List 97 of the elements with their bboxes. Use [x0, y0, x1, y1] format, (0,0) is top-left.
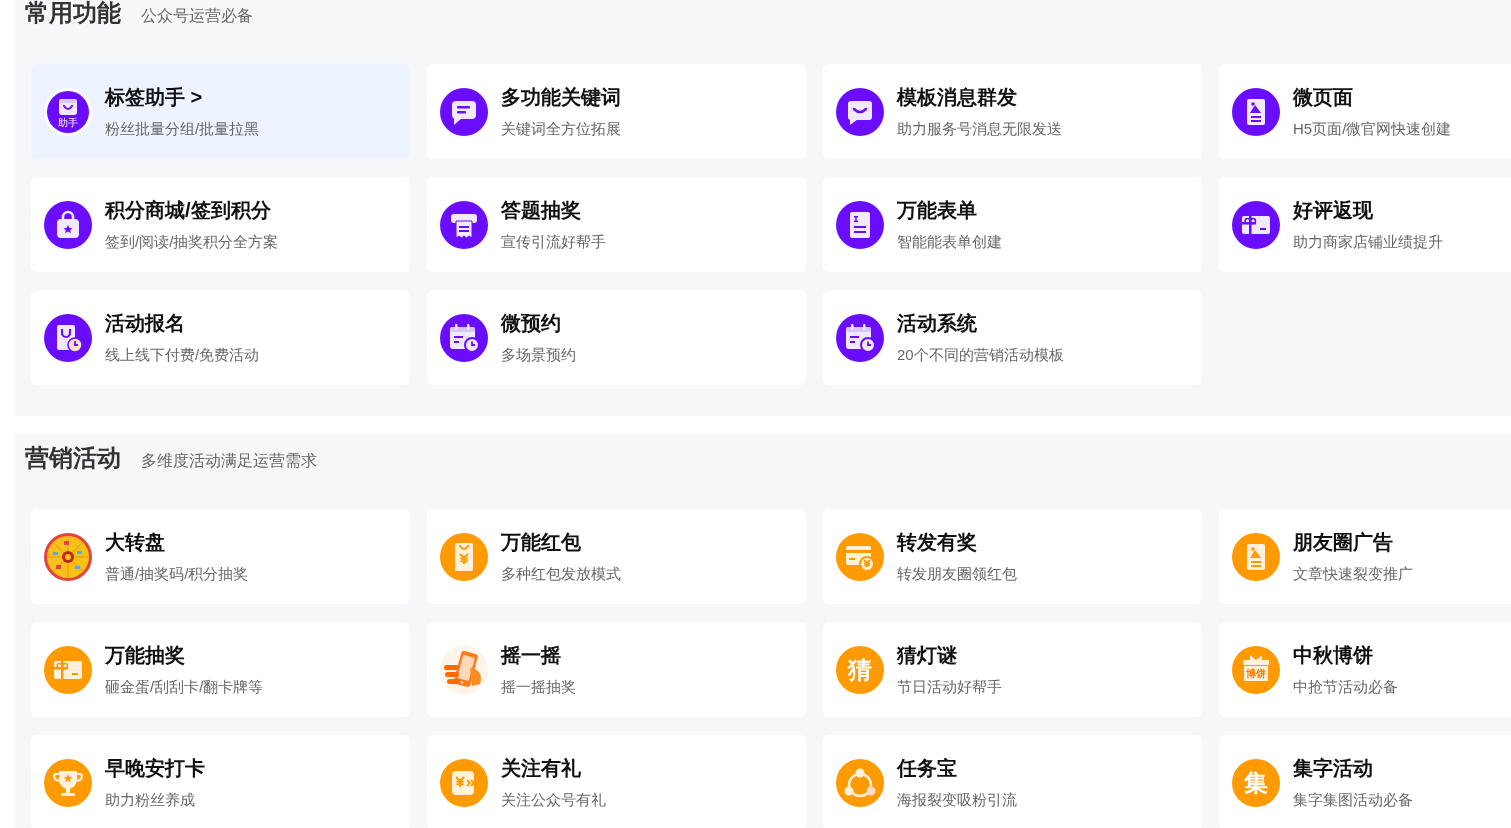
card-title: 万能表单	[897, 197, 978, 223]
card-title: 活动系统	[897, 310, 978, 336]
card-subtitle: 智能能表单创建	[897, 231, 1002, 252]
feature-card[interactable]: 微页面 H5页面/微官网快速创建	[1219, 64, 1511, 159]
card-title: 集字活动	[1293, 755, 1374, 781]
card-subtitle: 转发朋友圈领红包	[897, 563, 1017, 584]
feature-card[interactable]: 猜 猜灯谜 节日活动好帮手	[823, 622, 1202, 717]
card-subtitle: 多场景预约	[501, 344, 576, 365]
card-subtitle: 节日活动好帮手	[897, 676, 1002, 697]
share-icon	[836, 758, 884, 807]
gift-box-icon	[1232, 645, 1280, 694]
gift-card-icon	[44, 645, 92, 694]
card-subtitle: 助力服务号消息无限发送	[897, 118, 1062, 139]
feature-card[interactable]: 积分商城/签到积分 签到/阅读/抽奖积分全方案	[31, 177, 410, 272]
feature-card[interactable]: 万能抽奖 砸金蛋/刮刮卡/翻卡牌等	[31, 622, 410, 717]
icon-character: 猜	[836, 645, 884, 694]
card-subtitle: 签到/阅读/抽奖积分全方案	[105, 231, 279, 252]
card-title: 答题抽奖	[501, 197, 582, 223]
card-subtitle: 助力商家店铺业绩提升	[1293, 231, 1443, 252]
card-title: 朋友圈广告	[1293, 529, 1394, 555]
card-subtitle: 助力粉丝养成	[105, 789, 196, 810]
card-title: 关注有礼	[501, 755, 582, 781]
icon-label: 助手	[57, 116, 79, 128]
trophy-icon	[44, 758, 92, 807]
shopping-bag-icon	[44, 87, 92, 136]
image-document-icon	[1232, 532, 1280, 581]
prize-wheel-icon	[44, 532, 92, 581]
message-icon	[440, 87, 488, 136]
card-subtitle: 海报裂变吸粉引流	[897, 789, 1017, 810]
card-title: 微预约	[501, 310, 562, 336]
feature-card[interactable]: 转发有奖 转发朋友圈领红包	[823, 509, 1202, 604]
card-subtitle: 线上线下付费/免费活动	[105, 344, 260, 365]
receipt-icon	[440, 200, 488, 249]
smile-message-icon	[836, 87, 884, 136]
card-title: 微页面	[1293, 84, 1354, 110]
card-subtitle: 多种红包发放模式	[501, 563, 621, 584]
card-title: 中秋博饼	[1293, 642, 1374, 668]
card-title: 转发有奖	[897, 529, 978, 555]
card-coin-icon	[836, 532, 884, 581]
card-title: 万能抽奖	[105, 642, 186, 668]
card-subtitle: 普通/抽奖码/积分抽奖	[105, 563, 249, 584]
card-title: 模板消息群发	[897, 84, 1018, 110]
card-subtitle: 摇一摇抽奖	[501, 676, 576, 697]
feature-card[interactable]: 活动报名 线上线下付费/免费活动	[31, 290, 410, 385]
feature-card[interactable]: 活动系统 20个不同的营销活动模板	[823, 290, 1202, 385]
card-subtitle: 砸金蛋/刮刮卡/翻卡牌等	[105, 676, 264, 697]
feature-card[interactable]: 关注有礼 关注公众号有礼	[427, 735, 806, 828]
feature-card[interactable]: 万能红包 多种红包发放模式	[427, 509, 806, 604]
section-title: 常用功能	[25, 0, 121, 26]
card-title: 多功能关键词	[501, 84, 621, 110]
section-title: 营销活动	[25, 445, 121, 471]
icon-character: 集	[1232, 758, 1280, 807]
card-subtitle: 关注公众号有礼	[501, 789, 606, 810]
card-title: 任务宝	[897, 755, 958, 781]
card-subtitle: 中抢节活动必备	[1293, 676, 1398, 697]
icon-label: 博饼	[1245, 667, 1267, 679]
feature-card[interactable]: 大转盘 普通/抽奖码/积分抽奖	[31, 509, 410, 604]
card-title: 积分商城/签到积分	[105, 197, 272, 223]
feature-card[interactable]: 答题抽奖 宣传引流好帮手	[427, 177, 806, 272]
feature-card[interactable]: 多功能关键词 关键词全方位拓展	[427, 64, 806, 159]
card-subtitle: 集字集图活动必备	[1293, 789, 1413, 810]
card-title: 摇一摇	[501, 642, 562, 668]
feature-card[interactable]: 博饼 中秋博饼 中抢节活动必备	[1219, 622, 1511, 717]
card-title: 早晚安打卡	[105, 755, 205, 781]
form-document-icon	[836, 200, 884, 249]
card-title: 大转盘	[105, 529, 166, 555]
gift-card-icon	[1232, 200, 1280, 249]
card-subtitle: 粉丝批量分组/批量拉黑	[105, 118, 260, 139]
card-subtitle: 关键词全方位拓展	[501, 118, 621, 139]
card-title: 万能红包	[501, 529, 582, 555]
card-title: 猜灯谜	[897, 642, 958, 668]
feature-card[interactable]: 任务宝 海报裂变吸粉引流	[823, 735, 1202, 828]
feature-card[interactable]: 模板消息群发 助力服务号消息无限发送	[823, 64, 1202, 159]
section-subtitle: 多维度活动满足运营需求	[141, 451, 317, 471]
feature-card[interactable]: 微预约 多场景预约	[427, 290, 806, 385]
section-subtitle: 公众号运营必备	[141, 6, 253, 26]
card-title: 标签助手 >	[105, 84, 204, 110]
feature-card[interactable]: 集 集字活动 集字集图活动必备	[1219, 735, 1511, 828]
feature-card[interactable]: 朋友圈广告 文章快速裂变推广	[1219, 509, 1511, 604]
feature-card[interactable]: 好评返现 助力商家店铺业绩提升	[1219, 177, 1511, 272]
yen-card-icon	[440, 758, 488, 807]
image-document-icon	[1232, 87, 1280, 136]
card-subtitle: H5页面/微官网快速创建	[1293, 118, 1452, 139]
feature-card[interactable]: 早晚安打卡 助力粉丝养成	[31, 735, 410, 828]
card-subtitle: 文章快速裂变推广	[1293, 563, 1413, 584]
card-subtitle: 20个不同的营销活动模板	[897, 344, 1064, 365]
feature-card[interactable]: 摇一摇 摇一摇抽奖	[427, 622, 806, 717]
card-subtitle: 宣传引流好帮手	[501, 231, 606, 252]
yen-envelope-icon	[440, 532, 488, 581]
bag-clock-icon	[44, 313, 92, 362]
card-title: 好评返现	[1293, 197, 1374, 223]
calendar-clock-icon	[440, 313, 488, 362]
feature-card[interactable]: 助手 标签助手 > 粉丝批量分组/批量拉黑	[31, 64, 410, 159]
card-title: 活动报名	[105, 310, 186, 336]
calendar-clock-icon	[836, 313, 884, 362]
feature-card[interactable]: 万能表单 智能能表单创建	[823, 177, 1202, 272]
hand-phone-icon	[440, 645, 488, 694]
